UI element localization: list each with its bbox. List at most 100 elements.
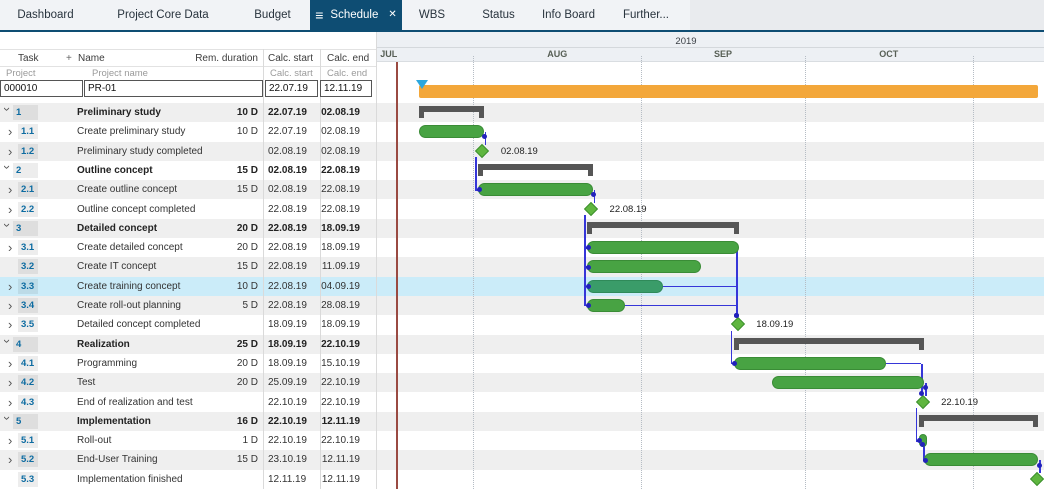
timeline-year-label: 2019	[586, 36, 786, 47]
task-row-1.1[interactable]: ›1.1Create preliminary study10 D22.07.19…	[0, 122, 376, 141]
expand-chevron-icon[interactable]: ›	[8, 431, 18, 450]
gantt-bar-5.2[interactable]	[924, 453, 1038, 466]
expand-columns-icon[interactable]: +	[66, 53, 72, 64]
task-row-2.1[interactable]: ›2.1Create outline concept15 D02.08.1922…	[0, 180, 376, 199]
gantt-bar-4.2[interactable]	[772, 376, 924, 389]
milestone-date-label: 22.10.19	[941, 397, 978, 408]
task-calc-start: 12.11.19	[268, 470, 306, 489]
gantt-summary-2[interactable]	[478, 164, 592, 176]
task-calc-end: 12.11.19	[316, 412, 360, 431]
expand-chevron-icon[interactable]: ›	[8, 142, 18, 161]
task-number: 3.2	[18, 259, 38, 274]
gantt-summary-3[interactable]	[587, 222, 739, 234]
task-row-5[interactable]: ›5Implementation16 D22.10.1912.11.19	[0, 412, 376, 431]
tab-project-core-data[interactable]: Project Core Data	[91, 0, 235, 30]
task-row-3.1[interactable]: ›3.1Create detailed concept20 D22.08.191…	[0, 238, 376, 257]
gantt-bar-3.3[interactable]	[587, 280, 663, 293]
gantt-summary-1[interactable]	[419, 106, 484, 118]
column-header-task: Task	[18, 53, 39, 64]
expand-chevron-icon[interactable]: ›	[8, 393, 18, 412]
timeline-divider	[377, 61, 1044, 62]
tab-schedule[interactable]: ≡Schedule✕	[310, 0, 402, 30]
table-gantt-divider	[376, 32, 377, 489]
tab-bar: DashboardProject Core DataBudget≡Schedul…	[0, 0, 1044, 30]
task-name: Preliminary study completed	[77, 142, 203, 161]
task-row-3[interactable]: ›3Detailed concept20 D22.08.1918.09.19	[0, 219, 376, 238]
task-row-1.2[interactable]: ›1.2Preliminary study completed02.08.190…	[0, 142, 376, 161]
project-start-field[interactable]: 22.07.19	[265, 80, 318, 97]
tab-dashboard[interactable]: Dashboard	[0, 0, 91, 30]
gantt-bar-3.1[interactable]	[587, 241, 739, 254]
task-row-4[interactable]: ›4Realization25 D18.09.1922.10.19	[0, 335, 376, 354]
gantt-bar-1.1[interactable]	[419, 125, 484, 138]
summary-hook	[587, 222, 592, 234]
expand-chevron-icon[interactable]: ›	[8, 238, 18, 257]
task-row-3.3[interactable]: ›3.3Create training concept10 D22.08.190…	[0, 277, 376, 296]
gantt-project-bar[interactable]	[419, 85, 1039, 98]
task-number: 1.1	[18, 124, 38, 139]
task-row-1[interactable]: ›1Preliminary study10 D22.07.1902.08.19	[0, 103, 376, 122]
task-duration: 20 D	[180, 238, 258, 257]
expand-chevron-icon[interactable]: ›	[8, 354, 18, 373]
task-duration: 10 D	[180, 122, 258, 141]
milestone-date-label: 02.08.19	[501, 146, 538, 157]
tab-further[interactable]: Further...	[602, 0, 690, 30]
summary-bar	[919, 415, 1039, 421]
task-duration: 15 D	[180, 180, 258, 199]
task-row-2[interactable]: ›2Outline concept15 D02.08.1922.08.19	[0, 161, 376, 180]
gantt-summary-4[interactable]	[734, 338, 924, 350]
task-calc-end: 18.09.19	[316, 315, 360, 334]
task-calc-end: 22.10.19	[316, 393, 360, 412]
project-id-field[interactable]: 000010	[0, 80, 83, 97]
task-row-5.1[interactable]: ›5.1Roll-out1 D22.10.1922.10.19	[0, 431, 376, 450]
task-row-5.3[interactable]: 5.3Implementation finished12.11.1912.11.…	[0, 470, 376, 489]
task-row-3.5[interactable]: ›3.5Detailed concept completed18.09.1918…	[0, 315, 376, 334]
task-number: 3	[13, 221, 38, 236]
menu-icon[interactable]: ≡	[315, 0, 323, 30]
task-row-4.3[interactable]: ›4.3End of realization and test22.10.192…	[0, 393, 376, 412]
close-tab-icon[interactable]: ✕	[388, 0, 396, 30]
task-number: 5.1	[18, 433, 38, 448]
summary-hook	[419, 106, 424, 118]
task-duration: 25 D	[180, 335, 258, 354]
task-calc-end: 12.11.19	[316, 450, 360, 469]
task-row-3.4[interactable]: ›3.4Create roll-out planning5 D22.08.192…	[0, 296, 376, 315]
expand-chevron-icon[interactable]: ›	[8, 122, 18, 141]
project-end-field[interactable]: 12.11.19	[320, 80, 372, 97]
gantt-bar-3.4[interactable]	[587, 299, 625, 312]
task-row-4.2[interactable]: ›4.2Test20 D25.09.1922.10.19	[0, 373, 376, 392]
gantt-bar-3.2[interactable]	[587, 260, 701, 273]
summary-hook	[734, 222, 739, 234]
task-name: Test	[77, 373, 95, 392]
gantt-bar-4.1[interactable]	[734, 357, 886, 370]
expand-chevron-icon[interactable]: ›	[8, 373, 18, 392]
tab-wbs[interactable]: WBS	[402, 0, 462, 30]
task-row-2.2[interactable]: ›2.2Outline concept completed22.08.1922.…	[0, 200, 376, 219]
tab-info-board[interactable]: Info Board	[535, 0, 602, 30]
gantt-summary-5[interactable]	[919, 415, 1039, 427]
task-row-4.1[interactable]: ›4.1Programming20 D18.09.1915.10.19	[0, 354, 376, 373]
expand-chevron-icon[interactable]: ›	[8, 180, 18, 199]
task-number: 4.1	[18, 356, 38, 371]
dependency-link	[584, 215, 586, 306]
task-name: Create IT concept	[77, 257, 156, 276]
project-name-field[interactable]: PR-01	[84, 80, 263, 97]
expand-chevron-icon[interactable]: ›	[8, 296, 18, 315]
expand-chevron-icon[interactable]: ›	[8, 200, 18, 219]
task-name: Implementation finished	[77, 470, 183, 489]
expand-chevron-icon[interactable]: ›	[8, 450, 18, 469]
task-number: 4	[13, 337, 38, 352]
timeline-divider	[377, 47, 1044, 48]
expand-chevron-icon[interactable]: ›	[8, 277, 18, 296]
link-node	[586, 265, 591, 270]
tab-budget[interactable]: Budget	[235, 0, 310, 30]
task-row-3.2[interactable]: 3.2Create IT concept15 D22.08.1911.09.19	[0, 257, 376, 276]
gantt-bar-2.1[interactable]	[478, 183, 592, 196]
task-calc-end: 12.11.19	[316, 470, 360, 489]
expand-chevron-icon[interactable]: ›	[8, 315, 18, 334]
tab-status[interactable]: Status	[462, 0, 535, 30]
task-row-5.2[interactable]: ›5.2End-User Training15 D23.10.1912.11.1…	[0, 450, 376, 469]
task-name: End-User Training	[77, 450, 158, 469]
task-calc-start: 25.09.19	[268, 373, 307, 392]
task-calc-end: 02.08.19	[316, 103, 360, 122]
